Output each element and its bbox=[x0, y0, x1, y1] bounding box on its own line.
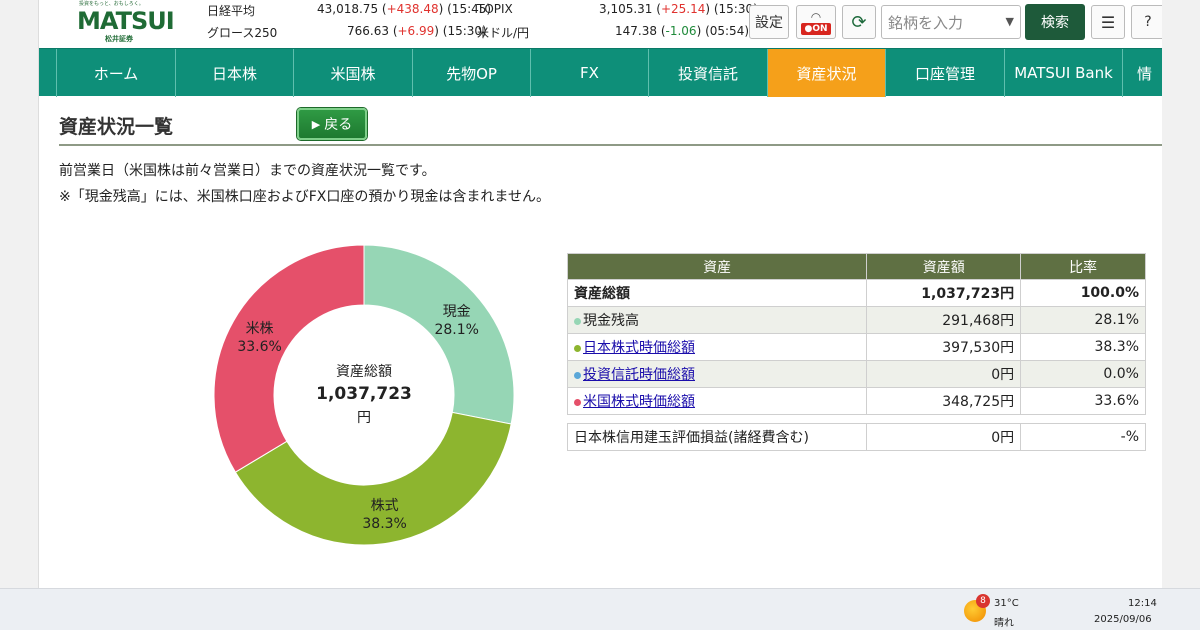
windows-taskbar bbox=[0, 588, 1200, 630]
us-stocks-dot-icon bbox=[574, 398, 581, 406]
refresh-icon: ⟳ bbox=[851, 11, 867, 33]
page-title: 資産状況一覧 bbox=[59, 116, 174, 138]
table-row-mutual-funds: 投資信託時価総額 0円 0.0% bbox=[566, 360, 1146, 388]
chevron-down-icon[interactable]: ▼ bbox=[1006, 15, 1014, 28]
ticker-topix: 3,105.31 (+25.14) (15:30) bbox=[599, 2, 758, 16]
refresh-button[interactable]: ⟳ bbox=[842, 5, 876, 39]
cash-ratio: 28.1% bbox=[1020, 306, 1146, 334]
header-amount: 資産額 bbox=[866, 253, 1022, 280]
site-header: 投資をもっと、おもしろく。 MATSUI 松井証券 日経平均 43,018.75… bbox=[39, 0, 1162, 48]
logo-sub: 松井証券 bbox=[105, 35, 133, 43]
total-amount: 1,037,723円 bbox=[866, 279, 1022, 307]
us-stocks-link[interactable]: 米国株式時価総額 bbox=[583, 394, 695, 410]
weather-alert-badge: 8 bbox=[976, 594, 990, 608]
wifi-icon: ◠ bbox=[810, 10, 822, 24]
donut-center-unit: 円 bbox=[357, 410, 371, 426]
donut-center-label: 資産総額 bbox=[336, 364, 392, 380]
matsui-logo[interactable]: 投資をもっと、おもしろく。 MATSUI 松井証券 bbox=[77, 0, 177, 44]
ticker-growth: 766.63 (+6.99) (15:30) bbox=[347, 24, 487, 38]
table-row-japan-stocks: 日本株式時価総額 397,530円 38.3% bbox=[566, 333, 1146, 361]
total-label: 資産総額 bbox=[566, 279, 868, 307]
back-button[interactable]: ▶ 戻る bbox=[297, 108, 367, 140]
logo-tagline: 投資をもっと、おもしろく。 bbox=[79, 1, 144, 7]
table-row-cash: 現金残高 291,468円 28.1% bbox=[566, 306, 1146, 334]
weather-condition[interactable]: 晴れ bbox=[994, 614, 1014, 629]
donut-slice-2 bbox=[213, 244, 365, 473]
search-button[interactable]: 検索 bbox=[1025, 4, 1085, 40]
search-placeholder: 銘柄を入力 bbox=[888, 13, 964, 32]
header-asset: 資産 bbox=[566, 253, 868, 280]
description-line-1: 前営業日（米国株は前々営業日）までの資産状況一覧です。 bbox=[59, 163, 436, 179]
donut-center-value: 1,037,723 bbox=[316, 384, 412, 404]
nav-spacer bbox=[39, 49, 57, 97]
browser-page: 投資をもっと、おもしろく。 MATSUI 松井証券 日経平均 43,018.75… bbox=[38, 0, 1162, 588]
mutual-funds-amount: 0円 bbox=[866, 360, 1022, 388]
slice-value-0: 28.1% bbox=[434, 322, 478, 338]
japan-stocks-link[interactable]: 日本株式時価総額 bbox=[583, 340, 695, 356]
us-stocks-amount: 348,725円 bbox=[866, 387, 1022, 415]
mutual-funds-ratio: 0.0% bbox=[1020, 360, 1146, 388]
japan-stocks-ratio: 38.3% bbox=[1020, 333, 1146, 361]
settings-button[interactable]: 設定 bbox=[749, 5, 789, 39]
cash-amount: 291,468円 bbox=[866, 306, 1022, 334]
slice-label-1: 株式 bbox=[371, 498, 399, 514]
japan-stocks-amount: 397,530円 bbox=[866, 333, 1022, 361]
table-row-us-stocks: 米国株式時価総額 348,725円 33.6% bbox=[566, 387, 1146, 415]
nav-item-mutual-funds[interactable]: 投資信託 bbox=[649, 49, 768, 97]
description-line-2: ※「現金残高」には、米国株口座およびFX口座の預かり現金は含まれません。 bbox=[59, 189, 550, 205]
table-row-margin: 日本株信用建玉評価損益(諸経費含む) 0円 -% bbox=[566, 423, 1146, 451]
ticker-usdjpy: 147.38 (-1.06) (05:54) bbox=[615, 24, 750, 38]
list-icon: ☰ bbox=[1100, 12, 1116, 32]
nav-item-us-stocks[interactable]: 米国株 bbox=[294, 49, 413, 97]
asset-table-header: 資産 資産額 比率 bbox=[566, 253, 1146, 280]
back-label: 戻る bbox=[324, 117, 353, 133]
cash-dot-icon bbox=[574, 317, 581, 325]
asset-donut-chart: 現金 28.1% 株式 38.3% 米株 33.6% 資産総額 1,037,723 円 bbox=[213, 244, 515, 546]
japan-stocks-dot-icon bbox=[574, 344, 581, 352]
clock-date[interactable]: 2025/09/06 bbox=[1094, 614, 1152, 625]
table-row-total: 資産総額 1,037,723円 100.0% bbox=[566, 279, 1146, 307]
page-title-row: 資産状況一覧 ▶ 戻る bbox=[59, 106, 1162, 146]
menu-list-button[interactable]: ☰ bbox=[1091, 5, 1125, 39]
us-stocks-ratio: 33.6% bbox=[1020, 387, 1146, 415]
header-ratio: 比率 bbox=[1020, 253, 1146, 280]
nav-item-info[interactable]: 情 bbox=[1123, 49, 1162, 97]
nav-item-account[interactable]: 口座管理 bbox=[886, 49, 1005, 97]
cash-label: 現金残高 bbox=[583, 313, 639, 329]
margin-table: 日本株信用建玉評価損益(諸経費含む) 0円 -% bbox=[566, 423, 1146, 451]
ticker-topix-name: TOPIX bbox=[477, 2, 513, 16]
stock-search-input[interactable]: 銘柄を入力 ▼ bbox=[881, 5, 1021, 39]
mutual-funds-link[interactable]: 投資信託時価総額 bbox=[583, 367, 695, 383]
notification-toggle-button[interactable]: ◠ ●ON bbox=[796, 5, 836, 39]
play-icon: ▶ bbox=[311, 117, 321, 131]
slice-label-0: 現金 bbox=[443, 304, 471, 320]
ticker-nikkei-name: 日経平均 bbox=[207, 4, 256, 18]
ticker-nikkei: 43,018.75 (+438.48) (15:45) bbox=[317, 2, 492, 16]
nav-item-fx[interactable]: FX bbox=[531, 49, 649, 97]
nav-item-matsui-bank[interactable]: MATSUI Bank bbox=[1005, 49, 1123, 97]
on-badge: ●ON bbox=[801, 23, 831, 35]
help-button[interactable]: ? bbox=[1131, 5, 1162, 39]
ticker-growth-name: グロース250 bbox=[207, 26, 278, 40]
mutual-funds-dot-icon bbox=[574, 371, 581, 379]
margin-amount: 0円 bbox=[866, 423, 1022, 451]
nav-item-futures-options[interactable]: 先物OP bbox=[413, 49, 531, 97]
margin-ratio: -% bbox=[1020, 423, 1146, 451]
margin-label: 日本株信用建玉評価損益(諸経費含む) bbox=[566, 423, 868, 451]
ticker-usdjpy-name: 米ドル/円 bbox=[477, 26, 530, 40]
logo-brand: MATSUI bbox=[77, 7, 175, 35]
slice-label-2: 米株 bbox=[246, 321, 274, 337]
total-ratio: 100.0% bbox=[1020, 279, 1146, 307]
clock-time[interactable]: 12:14 bbox=[1128, 598, 1157, 609]
slice-value-1: 38.3% bbox=[362, 516, 406, 532]
weather-temp[interactable]: 31°C bbox=[994, 598, 1019, 609]
nav-item-japan-stocks[interactable]: 日本株 bbox=[176, 49, 294, 97]
slice-value-2: 33.6% bbox=[237, 339, 281, 355]
nav-item-home[interactable]: ホーム bbox=[57, 49, 176, 97]
asset-table: 資産 資産額 比率 資産総額 1,037,723円 100.0% 現金残高 29… bbox=[566, 253, 1146, 415]
main-nav: ホーム 日本株 米国株 先物OP FX 投資信託 資産状況 口座管理 MATSU… bbox=[39, 48, 1162, 97]
nav-item-asset-status[interactable]: 資産状況 bbox=[768, 49, 886, 97]
